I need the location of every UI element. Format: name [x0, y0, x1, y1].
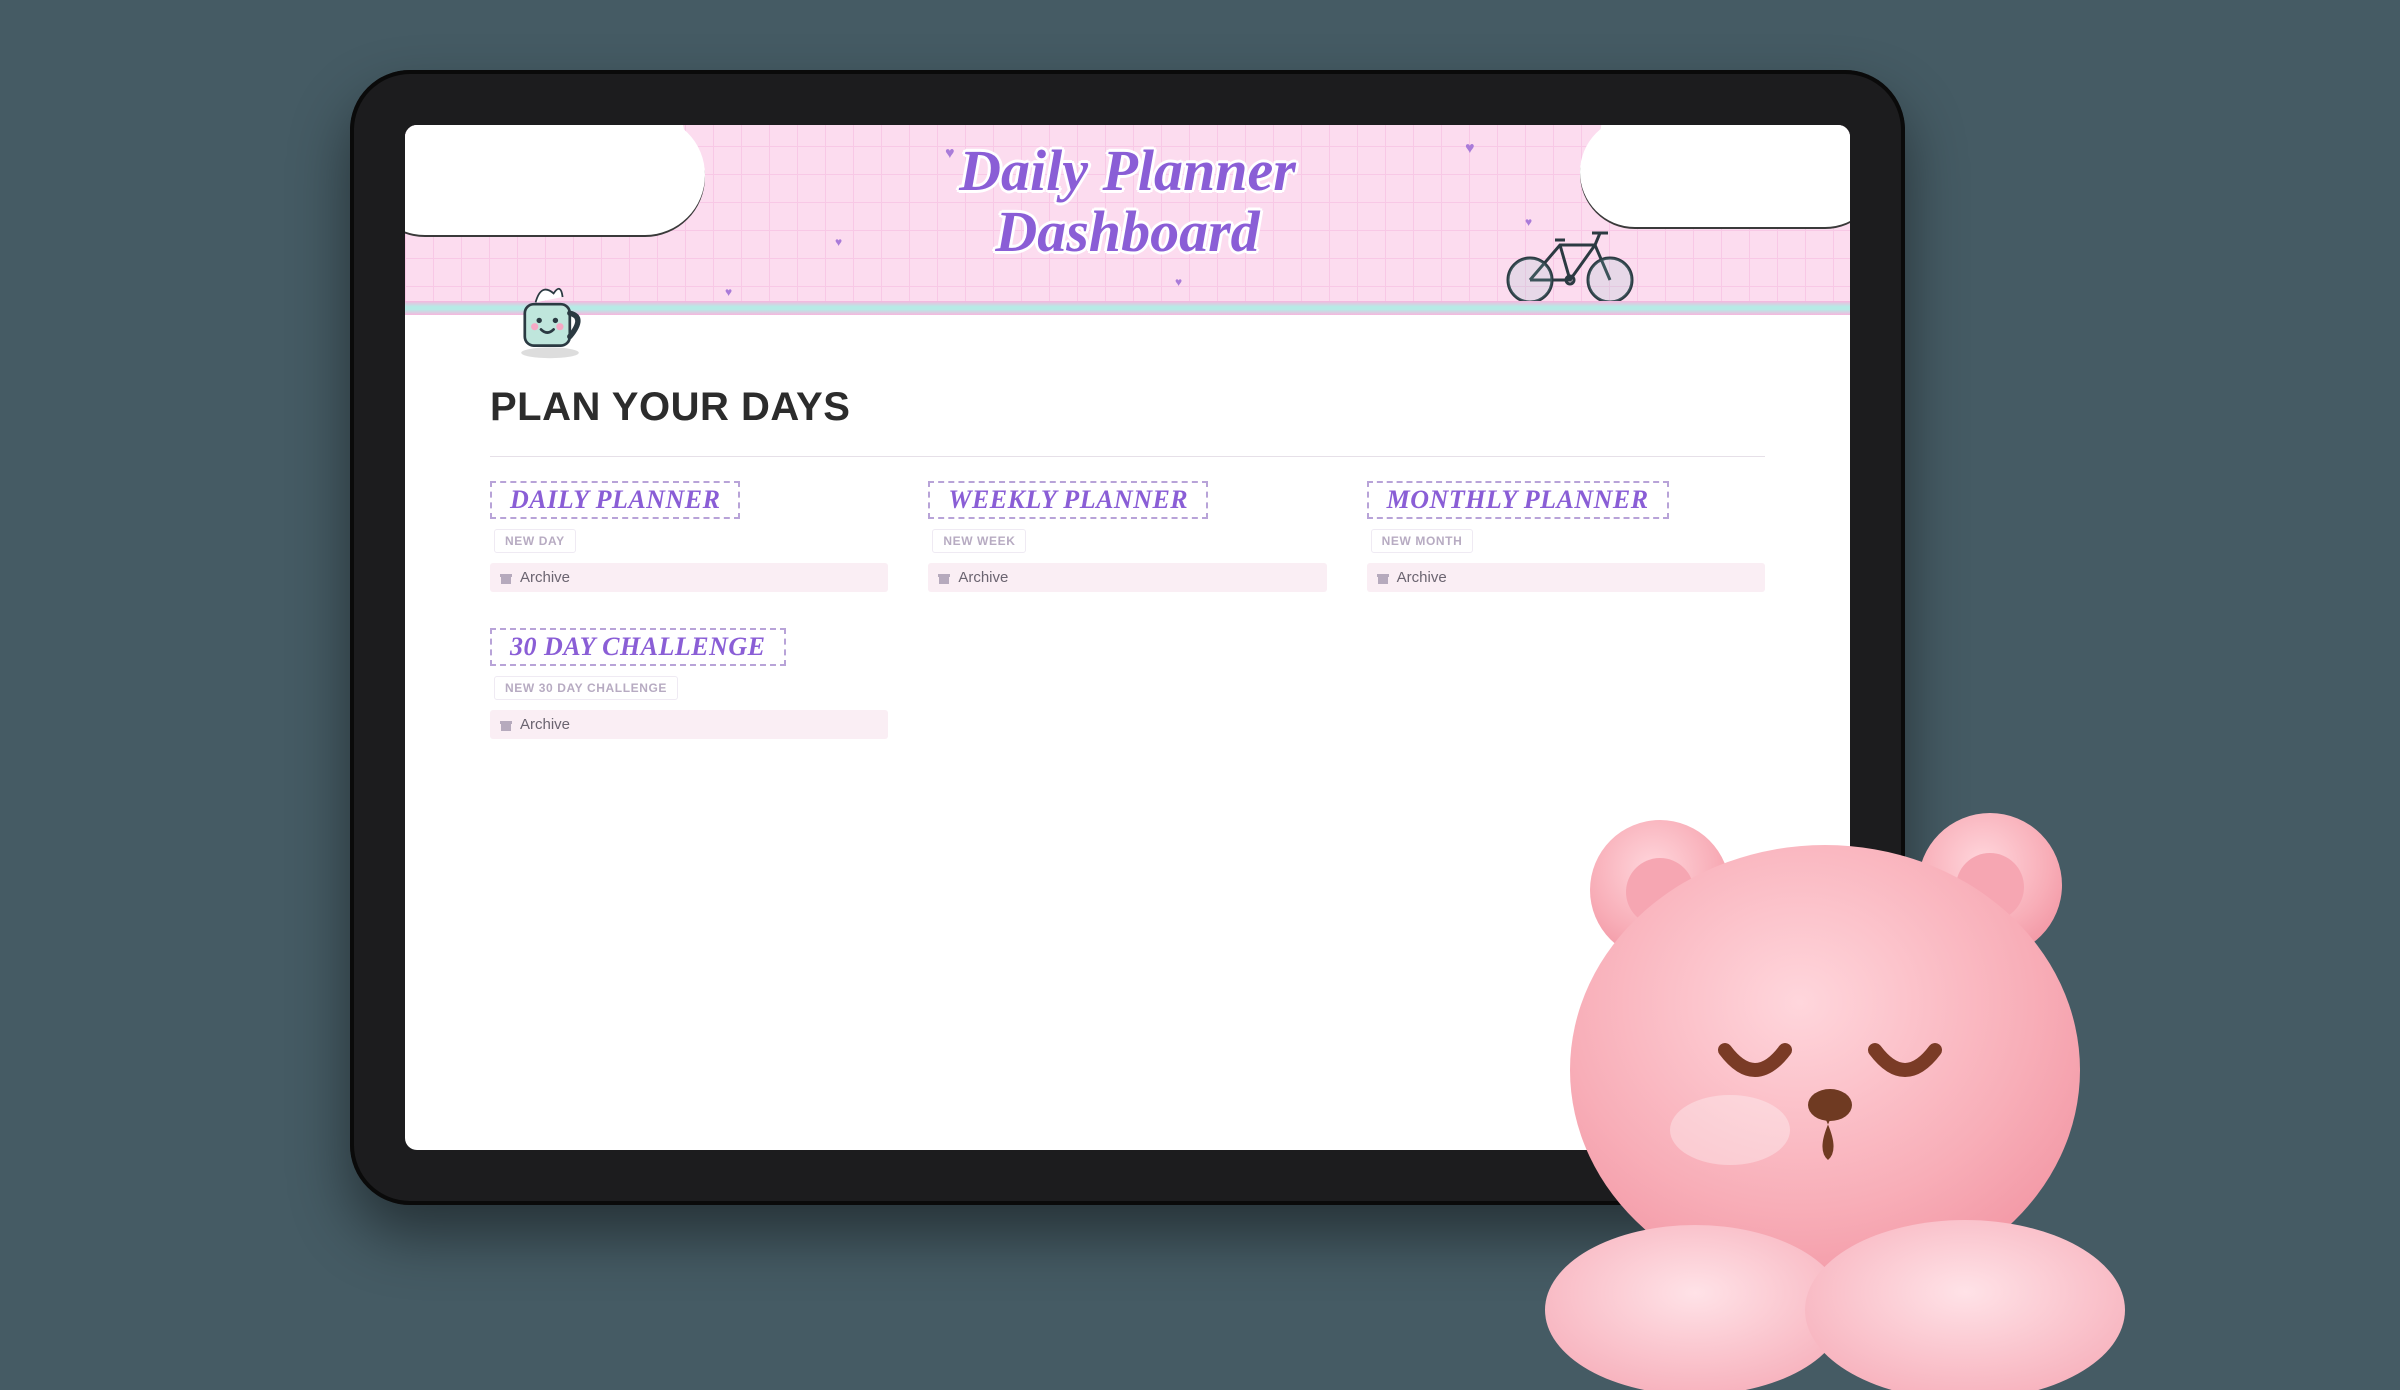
tablet-frame: ♥ ♥ ♥ ♥ ♥ ♥ Daily Planner Dashboard	[350, 70, 1905, 1205]
banner-title-line2: Dashboard	[959, 202, 1296, 263]
divider	[490, 456, 1765, 457]
archive-link[interactable]: Archive	[1367, 563, 1765, 592]
card-daily-planner: DAILY PLANNER NEW DAY Archive	[490, 481, 888, 592]
cloud-icon	[1580, 125, 1850, 227]
page-heading: PLAN YOUR DAYS	[490, 385, 1765, 430]
archive-icon	[500, 572, 512, 584]
banner-title: Daily Planner Dashboard	[959, 141, 1296, 263]
planner-grid: DAILY PLANNER NEW DAY Archive WEEKLY PLA…	[490, 481, 1765, 739]
archive-icon	[500, 719, 512, 731]
content: PLAN YOUR DAYS DAILY PLANNER NEW DAY Arc…	[405, 315, 1850, 739]
card-weekly-planner: WEEKLY PLANNER NEW WEEK Archive	[928, 481, 1326, 592]
heart-icon: ♥	[945, 145, 955, 163]
card-title[interactable]: 30 DAY CHALLENGE	[490, 628, 786, 666]
new-week-button[interactable]: NEW WEEK	[932, 529, 1026, 553]
card-monthly-planner: MONTHLY PLANNER NEW MONTH Archive	[1367, 481, 1765, 592]
archive-label: Archive	[520, 569, 570, 586]
new-month-button[interactable]: NEW MONTH	[1371, 529, 1474, 553]
card-title[interactable]: WEEKLY PLANNER	[928, 481, 1208, 519]
heart-icon: ♥	[1175, 275, 1182, 289]
banner-title-line1: Daily Planner	[959, 141, 1296, 202]
archive-label: Archive	[958, 569, 1008, 586]
heart-icon: ♥	[1465, 140, 1475, 158]
new-day-button[interactable]: NEW DAY	[494, 529, 576, 553]
archive-label: Archive	[1397, 569, 1447, 586]
screen: ♥ ♥ ♥ ♥ ♥ ♥ Daily Planner Dashboard	[405, 125, 1850, 1150]
archive-link[interactable]: Archive	[928, 563, 1326, 592]
heart-icon: ♥	[835, 235, 842, 249]
archive-icon	[1377, 572, 1389, 584]
card-title[interactable]: MONTHLY PLANNER	[1367, 481, 1669, 519]
mug-icon	[505, 270, 595, 360]
banner: ♥ ♥ ♥ ♥ ♥ ♥ Daily Planner Dashboard	[405, 125, 1850, 315]
heart-icon: ♥	[725, 285, 732, 299]
archive-label: Archive	[520, 716, 570, 733]
card-title[interactable]: DAILY PLANNER	[490, 481, 740, 519]
archive-link[interactable]: Archive	[490, 710, 888, 739]
card-30-day-challenge: 30 DAY CHALLENGE NEW 30 DAY CHALLENGE Ar…	[490, 628, 888, 739]
archive-icon	[938, 572, 950, 584]
new-challenge-button[interactable]: NEW 30 DAY CHALLENGE	[494, 676, 678, 700]
cloud-icon	[405, 125, 705, 235]
bicycle-icon	[1500, 215, 1640, 305]
archive-link[interactable]: Archive	[490, 563, 888, 592]
